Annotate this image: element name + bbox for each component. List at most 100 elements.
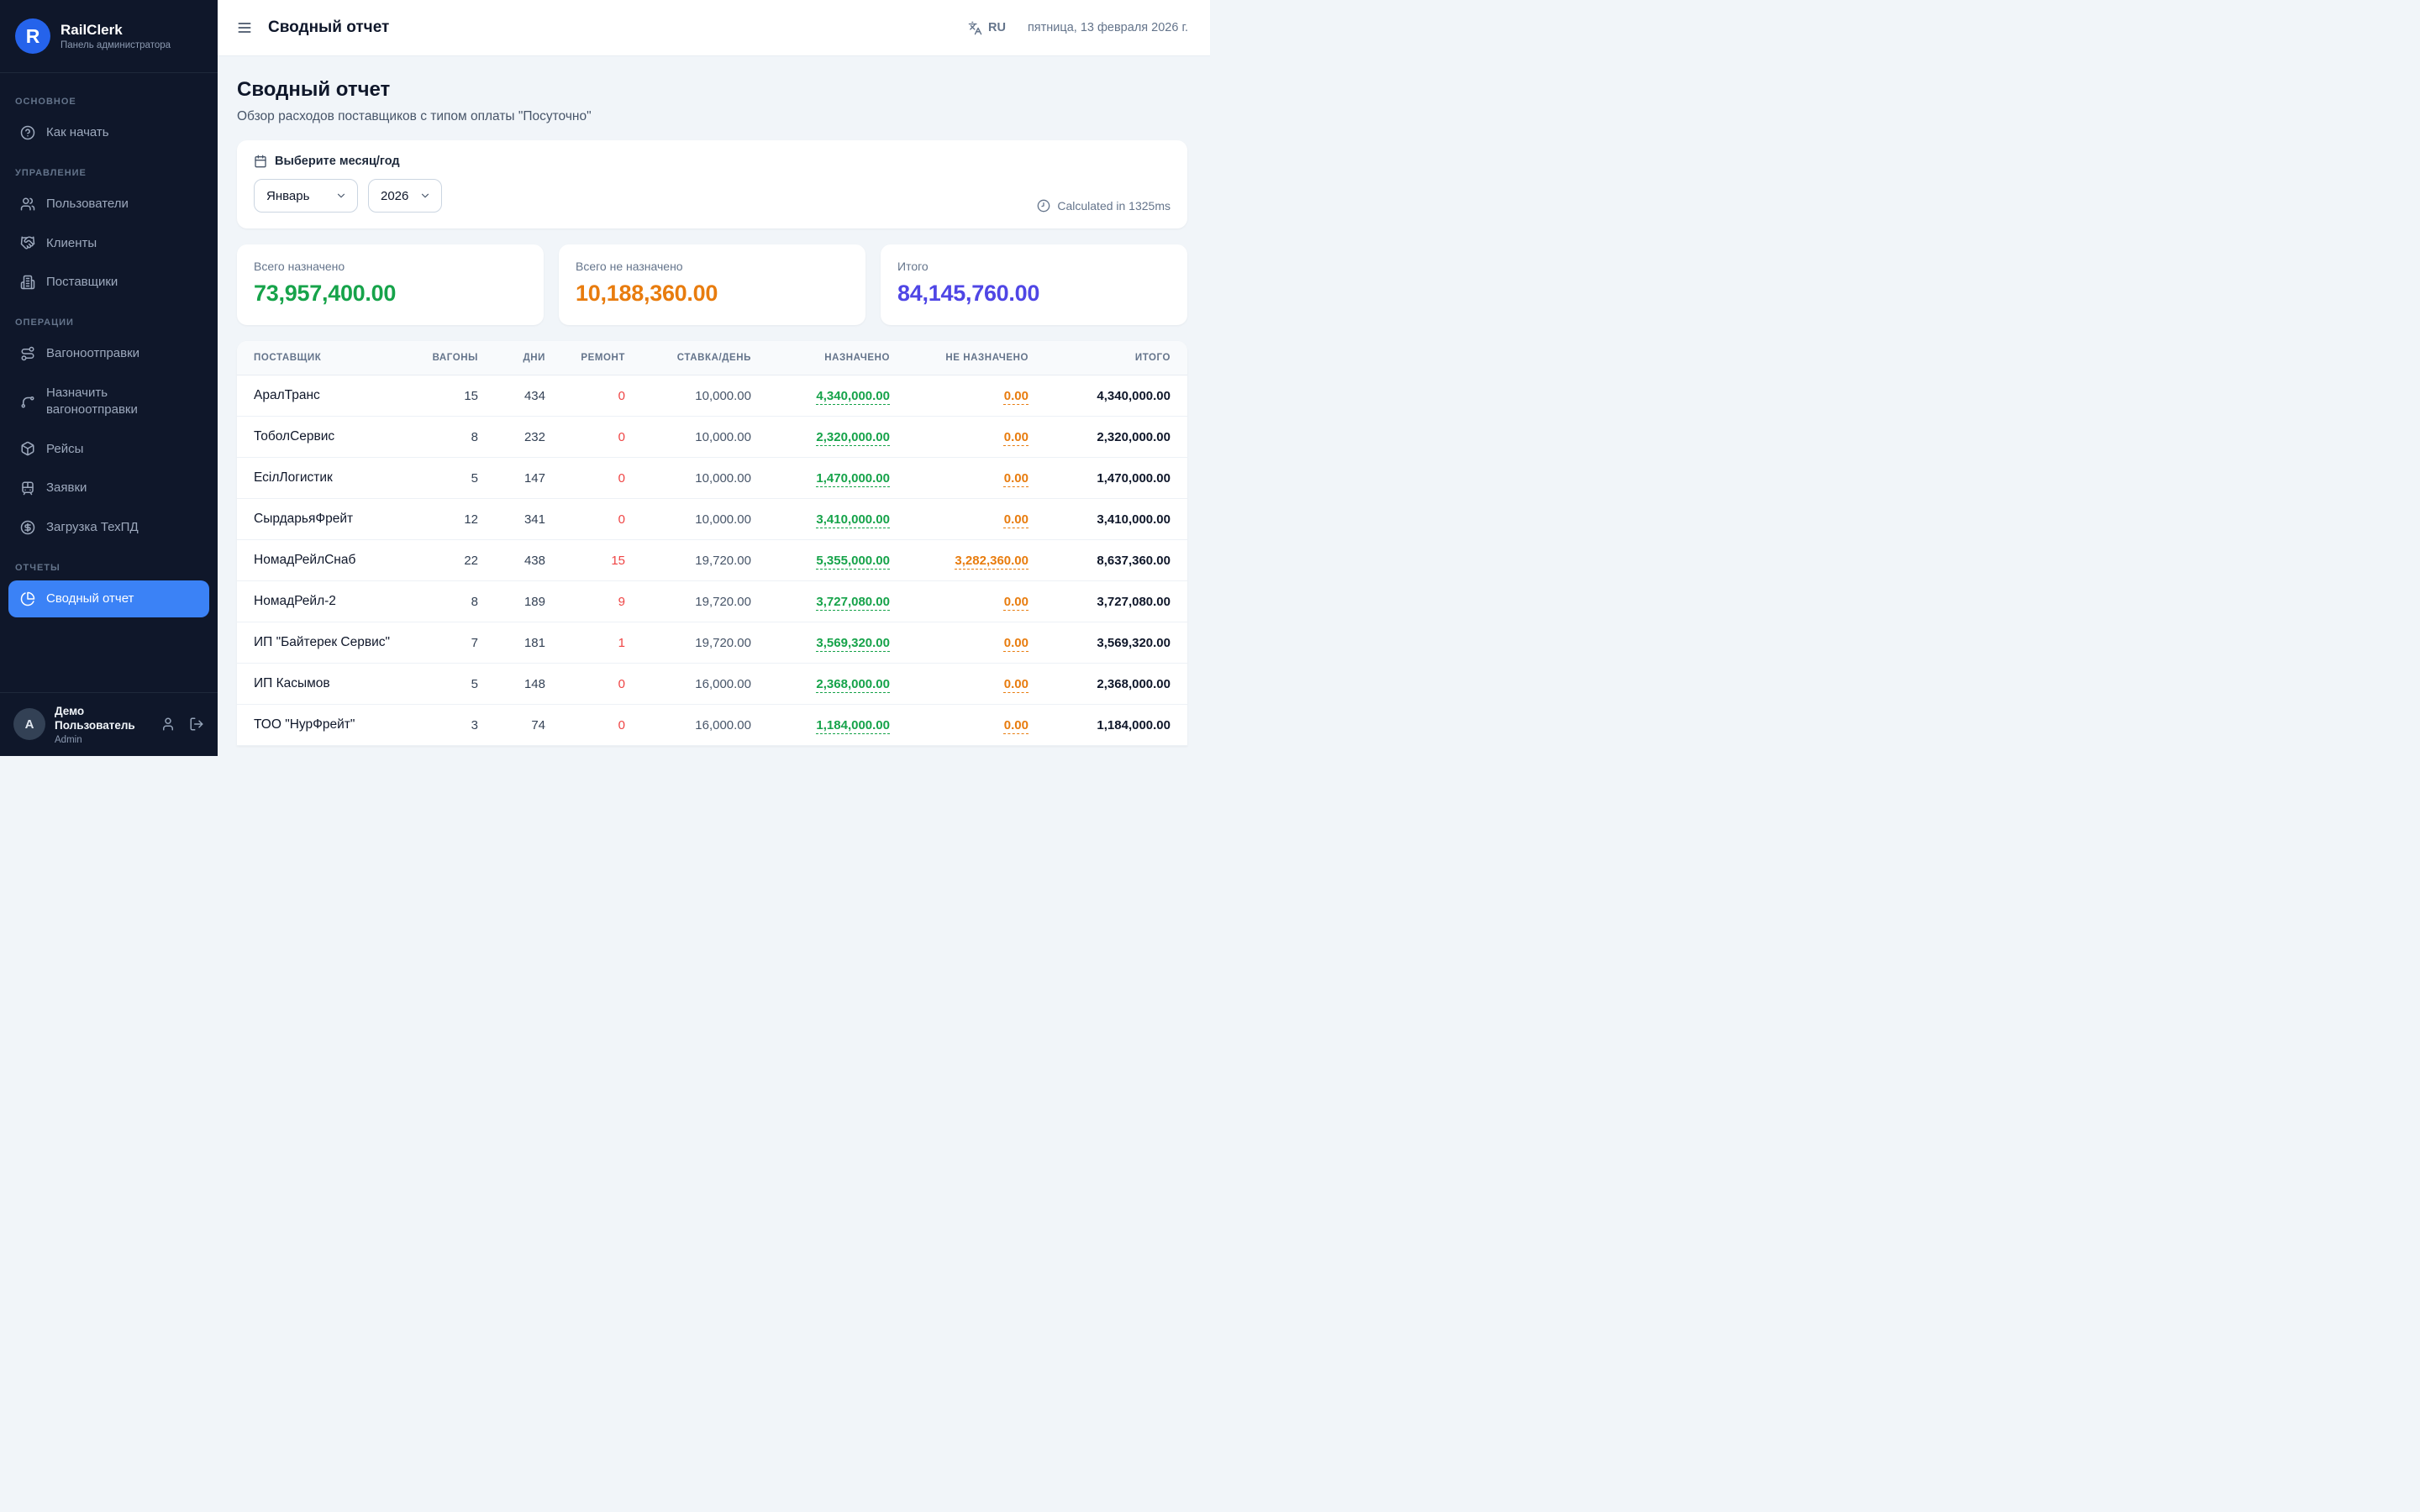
train-icon (20, 480, 35, 496)
chevron-down-icon (419, 190, 431, 202)
table-row: ТоболСервис 8 232 0 10,000.00 2,320,000.… (237, 417, 1187, 458)
unassigned-amount-link[interactable]: 0.00 (1004, 636, 1028, 650)
table-row: НомадРейл-2 8 189 9 19,720.00 3,727,080.… (237, 581, 1187, 622)
column-header-repair: РЕМОНТ (557, 341, 637, 375)
rate-cell: 10,000.00 (637, 375, 763, 417)
total-cell: 3,410,000.00 (1040, 499, 1187, 540)
user-name: Демо Пользователь (55, 704, 135, 733)
table-row: ЕсілЛогистик 5 147 0 10,000.00 1,470,000… (237, 458, 1187, 499)
stat-label: Всего назначено (254, 260, 527, 273)
assigned-amount-link[interactable]: 1,184,000.00 (816, 718, 890, 732)
translate-icon (968, 21, 982, 35)
sidebar-item-label: Сводный отчет (46, 591, 134, 607)
supplier-name: НомадРейлСнаб (237, 540, 410, 581)
unassigned-amount-link[interactable]: 3,282,360.00 (955, 554, 1028, 568)
sidebar-item-users[interactable]: Пользователи (8, 186, 209, 223)
sidebar-item-requests[interactable]: Заявки (8, 470, 209, 507)
unassigned-amount-link[interactable]: 0.00 (1004, 677, 1028, 691)
repair-cell: 15 (557, 540, 637, 581)
table-row: НомадРейлСнаб 22 438 15 19,720.00 5,355,… (237, 540, 1187, 581)
sidebar-item-techpd-upload[interactable]: Загрузка ТехПД (8, 509, 209, 546)
wagons-cell: 22 (410, 540, 490, 581)
app-window: R RailClerk Панель администратора ОСНОВН… (0, 0, 1210, 756)
column-header-days: ДНИ (490, 341, 557, 375)
rate-cell: 10,000.00 (637, 499, 763, 540)
clock-icon (1037, 199, 1050, 213)
rate-cell: 16,000.00 (637, 664, 763, 705)
assigned-amount-link[interactable]: 3,727,080.00 (816, 595, 890, 609)
current-date: пятница, 13 февраля 2026 г. (1028, 21, 1188, 34)
column-header-total: ИТОГО (1040, 341, 1187, 375)
repair-cell: 0 (557, 458, 637, 499)
unassigned-amount-link[interactable]: 0.00 (1004, 389, 1028, 403)
supplier-name: ТоболСервис (237, 417, 410, 458)
month-select[interactable]: Январь (254, 179, 358, 213)
repair-cell: 1 (557, 622, 637, 664)
assigned-amount-link[interactable]: 1,470,000.00 (816, 471, 890, 486)
assigned-amount-link[interactable]: 3,410,000.00 (816, 512, 890, 527)
user-panel: A Демо Пользователь Admin (0, 692, 218, 756)
language-switcher[interactable]: RU (968, 21, 1006, 35)
user-profile-icon[interactable] (160, 717, 176, 732)
assigned-amount-link[interactable]: 2,368,000.00 (816, 677, 890, 691)
table-header-row: ПОСТАВЩИК ВАГОНЫ ДНИ РЕМОНТ СТАВКА/ДЕНЬ … (237, 341, 1187, 375)
total-cell: 4,340,000.00 (1040, 375, 1187, 417)
unassigned-amount-link[interactable]: 0.00 (1004, 512, 1028, 527)
total-cell: 3,569,320.00 (1040, 622, 1187, 664)
wagons-cell: 8 (410, 581, 490, 622)
page-title: Сводный отчет (237, 78, 1187, 102)
summary-cards: Всего назначено 73,957,400.00 Всего не н… (237, 244, 1187, 325)
sidebar-item-wagon-dispatches[interactable]: Вагоноотправки (8, 335, 209, 372)
unassigned-amount-link[interactable]: 0.00 (1004, 430, 1028, 444)
unassigned-amount-link[interactable]: 0.00 (1004, 471, 1028, 486)
filter-label: Выберите месяц/год (275, 155, 400, 168)
sidebar-item-suppliers[interactable]: Поставщики (8, 264, 209, 301)
route-icon (20, 346, 35, 361)
assigned-cell: 3,569,320.00 (763, 622, 902, 664)
unassigned-amount-link[interactable]: 0.00 (1004, 718, 1028, 732)
logout-icon[interactable] (189, 717, 204, 732)
topbar: Сводный отчет RU пятница, 13 февраля 202… (218, 0, 1210, 56)
filter-card: Выберите месяц/год Январь 2026 (237, 140, 1187, 228)
days-cell: 148 (490, 664, 557, 705)
year-select[interactable]: 2026 (368, 179, 442, 213)
table-row: СырдарьяФрейт 12 341 0 10,000.00 3,410,0… (237, 499, 1187, 540)
unassigned-cell: 0.00 (902, 581, 1040, 622)
assigned-cell: 5,355,000.00 (763, 540, 902, 581)
assigned-amount-link[interactable]: 4,340,000.00 (816, 389, 890, 403)
sidebar: R RailClerk Панель администратора ОСНОВН… (0, 0, 218, 756)
column-header-assigned: НАЗНАЧЕНО (763, 341, 902, 375)
wagons-cell: 8 (410, 417, 490, 458)
unassigned-cell: 0.00 (902, 705, 1040, 746)
assigned-amount-link[interactable]: 5,355,000.00 (816, 554, 890, 568)
page-subtitle: Обзор расходов поставщиков с типом оплат… (237, 109, 1187, 124)
sidebar-item-how-to-start[interactable]: Как начать (8, 114, 209, 151)
assigned-amount-link[interactable]: 3,569,320.00 (816, 636, 890, 650)
sidebar-item-summary-report[interactable]: Сводный отчет (8, 580, 209, 617)
help-circle-icon (20, 125, 35, 140)
repair-cell: 0 (557, 705, 637, 746)
days-cell: 434 (490, 375, 557, 417)
handshake-icon (20, 235, 35, 250)
sidebar-item-clients[interactable]: Клиенты (8, 225, 209, 262)
brand-subtitle: Панель администратора (60, 40, 171, 50)
sidebar-item-trips[interactable]: Рейсы (8, 431, 209, 468)
rate-cell: 19,720.00 (637, 622, 763, 664)
unassigned-cell: 0.00 (902, 499, 1040, 540)
assigned-amount-link[interactable]: 2,320,000.00 (816, 430, 890, 444)
unassigned-cell: 0.00 (902, 664, 1040, 705)
railclerk-logo: R (15, 18, 50, 54)
assigned-cell: 2,368,000.00 (763, 664, 902, 705)
brand-name: RailClerk (60, 22, 171, 39)
table-row: ТОО "НурФрейт" 3 74 0 16,000.00 1,184,00… (237, 705, 1187, 746)
rate-cell: 10,000.00 (637, 417, 763, 458)
hamburger-menu-icon[interactable] (236, 19, 253, 36)
rate-cell: 19,720.00 (637, 581, 763, 622)
sidebar-item-label: Поставщики (46, 274, 118, 291)
unassigned-cell: 3,282,360.00 (902, 540, 1040, 581)
brand: R RailClerk Панель администратора (0, 0, 218, 73)
unassigned-amount-link[interactable]: 0.00 (1004, 595, 1028, 609)
sidebar-item-assign-wagon-dispatches[interactable]: Назначить вагоноотправки (8, 375, 209, 428)
stat-label: Итого (897, 260, 1171, 273)
repair-cell: 0 (557, 664, 637, 705)
